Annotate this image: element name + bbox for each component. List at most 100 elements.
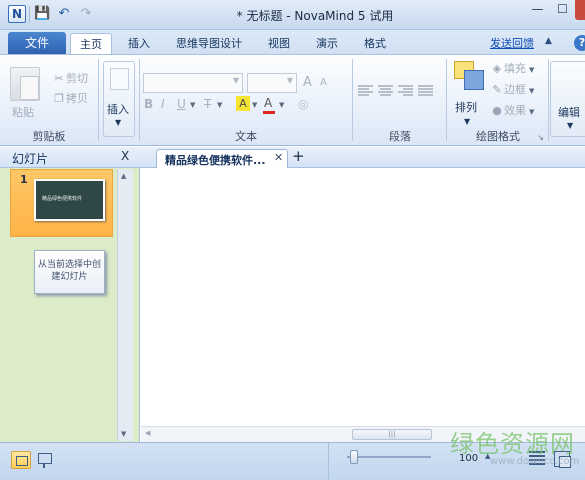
presentation-view-icon[interactable] bbox=[36, 451, 54, 469]
chevron-down-icon: ▼ bbox=[529, 108, 535, 116]
save-icon[interactable]: 💾 bbox=[34, 6, 50, 22]
qat-separator bbox=[29, 6, 30, 23]
clipboard-group: 粘贴 ✂ 剪切 ❐ 拷贝 剪贴板 bbox=[0, 55, 98, 146]
layout-icon[interactable] bbox=[529, 451, 545, 467]
fill-button[interactable]: ◈ 填充 ▼ bbox=[490, 61, 535, 77]
align-right-icon[interactable] bbox=[398, 85, 413, 97]
group-divider bbox=[98, 59, 99, 141]
chevron-down-icon: ▼ bbox=[115, 118, 122, 127]
tab-format[interactable]: 格式 bbox=[354, 33, 396, 54]
align-center-icon[interactable] bbox=[378, 85, 393, 97]
highlight-button[interactable]: A bbox=[236, 96, 250, 111]
zoom-slider-track[interactable] bbox=[347, 456, 431, 458]
new-tab-button[interactable]: + bbox=[292, 147, 305, 165]
normal-view-icon[interactable] bbox=[11, 451, 31, 469]
paste-button[interactable]: 粘贴 bbox=[12, 104, 34, 120]
minimize-ribbon-icon[interactable]: ▲ bbox=[545, 36, 552, 46]
chevron-down-icon[interactable]: ▼ bbox=[217, 101, 222, 109]
font-color-button[interactable]: A bbox=[262, 96, 276, 114]
text-group-label: 文本 bbox=[235, 130, 257, 143]
scroll-up-icon[interactable]: ▲ bbox=[121, 172, 126, 180]
scissors-icon: ✂ bbox=[54, 72, 64, 85]
title-bar: N 💾 ↶ ↷ * 无标题 - NovaMind 5 试用 — ☐ bbox=[0, 0, 585, 30]
copy-button[interactable]: ❐ 拷贝 bbox=[52, 91, 88, 107]
pen-border-icon: ✎ bbox=[492, 83, 502, 96]
font-size-select[interactable]: ▼ bbox=[247, 73, 297, 93]
zoom-value: 100 bbox=[459, 453, 479, 464]
tab-insert[interactable]: 插入 bbox=[118, 33, 160, 54]
group-divider bbox=[548, 59, 549, 141]
zoom-stepper-icon[interactable]: ▲ bbox=[485, 452, 490, 460]
drawing-format-group-label: 绘图格式 bbox=[476, 130, 520, 143]
chevron-down-icon: ▼ bbox=[232, 76, 239, 85]
cut-button[interactable]: ✂ 剪切 bbox=[52, 71, 88, 87]
shrink-font-button[interactable]: A bbox=[320, 77, 327, 88]
zoom-controls: 100 ▲ bbox=[328, 443, 585, 480]
send-feedback-link[interactable]: 发送回馈 bbox=[482, 33, 542, 54]
slides-pane: 幻灯片 X 1 精品绿色便携软件 从当前选择中创建幻灯片 ▲ ▼ bbox=[0, 147, 140, 442]
insert-group: 插入 ▼ bbox=[100, 55, 138, 146]
tab-presentation[interactable]: 演示 bbox=[306, 33, 348, 54]
arrange-button[interactable]: 排列 bbox=[455, 99, 477, 115]
copy-icon: ❐ bbox=[54, 92, 64, 105]
tab-mindmap-design[interactable]: 思维导图设计 bbox=[166, 33, 252, 54]
tab-file[interactable]: 文件 bbox=[8, 32, 66, 54]
tab-view[interactable]: 视图 bbox=[258, 33, 300, 54]
window-title: * 无标题 - NovaMind 5 试用 bbox=[236, 9, 394, 23]
paste-icon[interactable] bbox=[10, 67, 40, 101]
status-bar: 100 ▲ bbox=[0, 442, 585, 480]
slide-item[interactable]: 1 精品绿色便携软件 bbox=[10, 169, 113, 237]
chevron-down-icon[interactable]: ▼ bbox=[190, 101, 195, 109]
arrange-icon[interactable] bbox=[454, 61, 484, 91]
chevron-down-icon[interactable]: ▼ bbox=[279, 101, 284, 109]
align-left-icon[interactable] bbox=[358, 85, 373, 97]
horizontal-scrollbar[interactable]: ◀ ||| bbox=[141, 426, 585, 442]
scroll-left-icon[interactable]: ◀ bbox=[145, 429, 150, 437]
align-justify-icon[interactable] bbox=[418, 85, 433, 97]
close-icon[interactable]: X bbox=[121, 149, 129, 163]
create-slide-from-selection-button[interactable]: 从当前选择中创建幻灯片 bbox=[34, 250, 105, 294]
slides-scrollbar[interactable]: ▲ ▼ bbox=[117, 169, 133, 441]
group-divider bbox=[352, 59, 353, 141]
scrollbar-thumb[interactable]: ||| bbox=[352, 429, 432, 440]
fit-to-window-icon[interactable] bbox=[554, 451, 571, 468]
ribbon: 粘贴 ✂ 剪切 ❐ 拷贝 剪贴板 插入 ▼ ▼ ▼ A A B I U ▼ T ▼ … bbox=[0, 54, 585, 146]
app-icon[interactable]: N bbox=[8, 5, 26, 23]
tab-home[interactable]: 主页 bbox=[70, 33, 112, 55]
strikethrough-button[interactable]: T bbox=[204, 97, 211, 111]
chevron-down-icon: ▼ bbox=[529, 87, 535, 95]
edit-button[interactable]: 编辑 ▼ bbox=[550, 61, 585, 137]
document-tab-label: 精品绿色便携软件... bbox=[165, 154, 266, 167]
slides-pane-title: 幻灯片 bbox=[12, 152, 49, 166]
undo-icon[interactable]: ↶ bbox=[56, 6, 72, 22]
italic-button[interactable]: I bbox=[161, 97, 165, 111]
font-family-select[interactable]: ▼ bbox=[143, 73, 243, 93]
redo-icon[interactable]: ↷ bbox=[78, 6, 94, 22]
chevron-down-icon: ▼ bbox=[529, 66, 535, 74]
minimize-button[interactable]: — bbox=[525, 0, 550, 20]
maximize-button[interactable]: ☐ bbox=[550, 0, 575, 20]
border-button[interactable]: ✎ 边框 ▼ bbox=[490, 82, 534, 98]
slide-number: 1 bbox=[20, 173, 28, 186]
zoom-slider-thumb[interactable] bbox=[350, 450, 358, 464]
chevron-down-icon[interactable]: ▼ bbox=[464, 117, 470, 126]
paragraph-group: 段落 bbox=[354, 55, 446, 146]
bold-button[interactable]: B bbox=[144, 97, 153, 111]
chevron-down-icon[interactable]: ▼ bbox=[252, 101, 257, 109]
edit-label: 编辑 bbox=[558, 106, 580, 119]
close-button[interactable] bbox=[575, 0, 585, 20]
help-icon[interactable]: ? bbox=[574, 35, 585, 51]
effect-icon: ● bbox=[492, 104, 502, 117]
clear-format-icon[interactable]: ◎ bbox=[298, 97, 308, 111]
clipboard-group-label: 剪贴板 bbox=[32, 130, 66, 143]
fill-label: 填充 bbox=[504, 62, 526, 75]
text-group: ▼ ▼ A A B I U ▼ T ▼ A ▼ A ▼ ◎ 文本 bbox=[140, 55, 352, 146]
effect-button[interactable]: ● 效果 ▼ bbox=[490, 103, 534, 119]
mindmap-canvas[interactable] bbox=[141, 168, 585, 442]
underline-button[interactable]: U bbox=[177, 97, 186, 111]
insert-button[interactable]: 插入 ▼ bbox=[103, 61, 135, 137]
grow-font-button[interactable]: A bbox=[303, 75, 312, 90]
close-icon[interactable]: ✕ bbox=[274, 151, 283, 164]
scroll-down-icon[interactable]: ▼ bbox=[121, 430, 126, 438]
document-tab[interactable]: 精品绿色便携软件... ✕ bbox=[156, 149, 288, 168]
